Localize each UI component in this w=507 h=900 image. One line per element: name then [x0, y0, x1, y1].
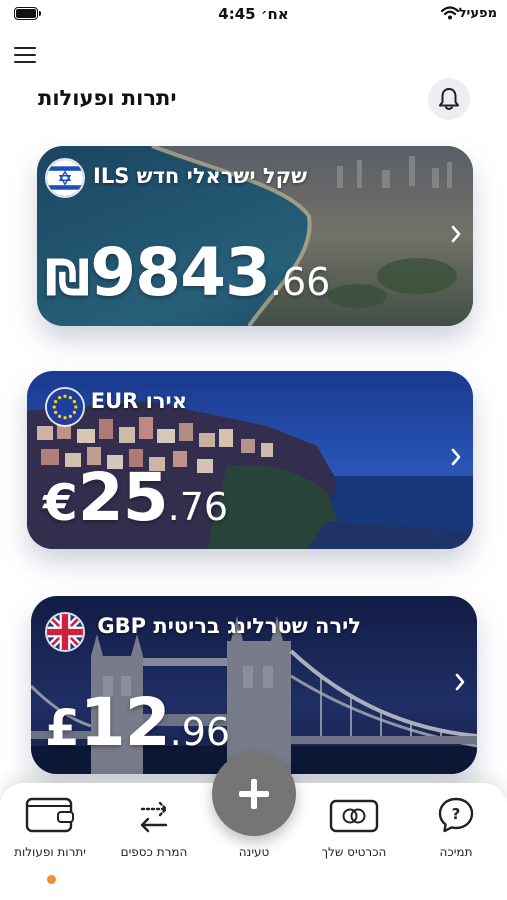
currency-card-gbp[interactable]: לירה שטרלינג בריטית GBP £12.96 — [31, 596, 477, 774]
balance-integer: 25 — [77, 459, 169, 536]
currency-symbol: € — [43, 474, 78, 532]
notifications-button[interactable] — [428, 78, 470, 120]
card-icon — [329, 799, 379, 833]
currency-name: שקל ישראלי חדש ILS — [93, 164, 307, 188]
balance-decimal: .66 — [269, 260, 331, 304]
balance-integer: 9843 — [90, 234, 271, 311]
balance-decimal: .76 — [167, 485, 229, 529]
help-bubble-icon: ? — [438, 797, 474, 833]
nav-your-card[interactable]: הכרטיס שלך — [306, 783, 402, 873]
nav-label: טעינה — [238, 845, 270, 859]
currency-name: אירו EUR — [90, 389, 187, 413]
currency-symbol: £ — [45, 699, 80, 757]
nav-balances[interactable]: יתרות ופעולות — [2, 783, 98, 873]
currency-card-ils[interactable]: שקל ישראלי חדש ILS ₪9843.66 — [37, 146, 473, 326]
carrier-label: מפעיל — [458, 6, 497, 21]
status-bar: 4:45 אח׳ מפעיל — [0, 0, 507, 30]
balance-integer: 12 — [79, 684, 171, 761]
nav-label: הכרטיס שלך — [321, 845, 387, 859]
active-tab-indicator — [47, 875, 56, 884]
balance-amount: ₪9843.66 — [45, 234, 330, 311]
nav-label: יתרות ופעולות — [14, 845, 86, 859]
uk-flag-icon — [45, 612, 85, 652]
nav-label: תמיכה — [439, 845, 473, 859]
bell-icon — [439, 88, 459, 110]
currency-card-eur[interactable]: אירו EUR €25.76 — [27, 371, 473, 549]
balance-amount: €25.76 — [43, 459, 228, 536]
currency-symbol: ₪ — [45, 249, 91, 307]
currency-name: לירה שטרלינג בריטית GBP — [97, 614, 361, 638]
nav-label: המרת כספים — [120, 845, 188, 859]
chevron-right-icon[interactable] — [449, 224, 463, 244]
nav-support[interactable]: ? תמיכה — [410, 783, 502, 873]
balance-amount: £12.96 — [45, 684, 230, 761]
chevron-right-icon[interactable] — [453, 672, 467, 692]
eu-flag-icon — [45, 387, 85, 427]
chevron-right-icon[interactable] — [449, 447, 463, 467]
balance-decimal: .96 — [169, 710, 231, 754]
nav-exchange[interactable]: המרת כספים — [106, 783, 202, 873]
status-time: 4:45 אח׳ — [218, 5, 289, 23]
wallet-icon — [25, 797, 74, 833]
wifi-icon — [441, 6, 459, 20]
svg-text:?: ? — [452, 805, 461, 823]
hamburger-menu-icon[interactable] — [14, 47, 36, 65]
page-title: יתרות ופעולות — [38, 86, 177, 110]
exchange-arrows-icon — [140, 801, 168, 833]
israel-flag-icon — [45, 158, 85, 198]
top-up-button[interactable] — [212, 752, 296, 836]
